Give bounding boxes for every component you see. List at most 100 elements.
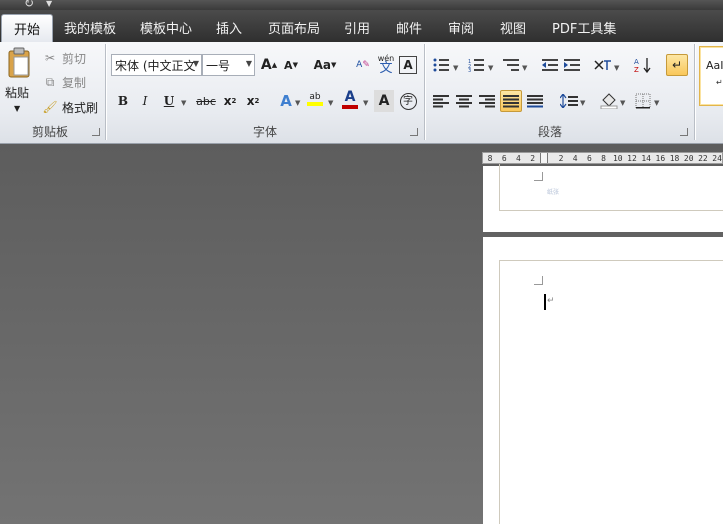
tab-template-center[interactable]: 模板中心	[140, 18, 192, 37]
document-page[interactable]: 纸张	[483, 164, 723, 232]
align-right-button[interactable]	[476, 90, 498, 112]
font-color-dropdown-icon[interactable]: ▼	[363, 99, 368, 107]
justify-icon	[503, 95, 519, 108]
tab-my-templates[interactable]: 我的模板	[64, 18, 116, 37]
numbering-icon: 123	[468, 59, 484, 72]
subscript-button[interactable]: x2	[219, 90, 241, 112]
font-dialog-launcher[interactable]	[410, 128, 418, 136]
ruler-tick-label: 18	[669, 154, 680, 163]
borders-button[interactable]	[632, 90, 654, 112]
increase-indent-icon	[564, 59, 580, 71]
bold-icon: B	[117, 94, 129, 108]
decrease-indent-icon	[542, 59, 558, 71]
tab-insert[interactable]: 插入	[216, 18, 242, 37]
bold-button[interactable]: B	[112, 90, 134, 112]
char-shading-button[interactable]: A	[374, 90, 394, 112]
page-margin-guide	[499, 164, 723, 211]
numbering-dropdown-icon[interactable]: ▼	[488, 64, 493, 72]
tab-view[interactable]: 视图	[500, 18, 526, 37]
font-size-combo[interactable]: 一号 ▼	[202, 54, 255, 76]
ribbon: 粘贴 ▼ ✂ 剪切 ⧉ 复制 🖌 格式刷 剪贴板 宋体 (中文正文 ▼ 一号 ▼…	[0, 42, 723, 144]
change-case-icon: Aa	[313, 58, 331, 72]
clear-format-button[interactable]: A✎	[352, 54, 374, 76]
style-gallery-item[interactable]: AaI ↵	[699, 46, 723, 106]
tab-review[interactable]: 审阅	[448, 18, 474, 37]
align-left-button[interactable]	[430, 90, 452, 112]
line-spacing-button[interactable]	[558, 90, 580, 112]
show-marks-button[interactable]: ↵	[666, 54, 688, 76]
tab-page-layout[interactable]: 页面布局	[268, 18, 320, 37]
svg-text:3: 3	[468, 68, 471, 72]
char-border-button[interactable]: A	[399, 56, 417, 74]
ruler-tick-label: 4	[572, 154, 578, 163]
superscript-button[interactable]: x2	[242, 90, 264, 112]
document-page[interactable]: ↵	[483, 237, 723, 524]
horizontal-ruler[interactable]: 8 6 4 2 2 4 6 8 10 12 14 16 18 20 22 24	[482, 152, 723, 164]
multilevel-dropdown-icon[interactable]: ▼	[522, 64, 527, 72]
grow-font-button[interactable]: A ▲	[258, 54, 280, 76]
bullets-button[interactable]	[430, 54, 452, 76]
copy-button[interactable]: ⧉ 复制	[42, 72, 86, 92]
text-effect-button[interactable]: A	[275, 90, 297, 112]
copy-icon: ⧉	[45, 75, 55, 89]
underline-dropdown-icon[interactable]: ▼	[181, 99, 186, 107]
shading-button[interactable]	[598, 90, 620, 112]
ruler-tick-label: 2	[558, 154, 564, 163]
char-border-icon: A	[403, 58, 413, 72]
numbering-button[interactable]: 123	[465, 54, 487, 76]
style-preview-text: AaI	[706, 59, 723, 72]
clipboard-dialog-launcher[interactable]	[92, 128, 100, 136]
chevron-down-icon: ▼	[192, 59, 199, 68]
redo-icon[interactable]: ↻	[24, 0, 34, 10]
align-left-icon	[433, 95, 449, 108]
svg-text:Z: Z	[634, 66, 639, 73]
multilevel-list-icon	[503, 59, 519, 71]
chinese-layout-dropdown-icon[interactable]: ▼	[614, 64, 619, 72]
paste-dropdown-icon[interactable]: ▼	[14, 98, 20, 118]
cut-label: 剪切	[62, 51, 87, 66]
italic-button[interactable]: I	[134, 90, 156, 112]
enclose-chars-button[interactable]: 字	[397, 90, 419, 112]
decrease-indent-button[interactable]	[539, 54, 561, 76]
superscript-icon: x	[246, 94, 255, 108]
text-caret	[544, 294, 546, 310]
phonetic-guide-button[interactable]: wén 文	[375, 53, 397, 75]
ruler-tick-label: 8	[487, 154, 493, 163]
font-color-icon: A	[344, 89, 356, 105]
sort-button[interactable]: AZ	[632, 54, 654, 76]
format-painter-button[interactable]: 🖌 格式刷	[42, 97, 98, 117]
chinese-layout-button[interactable]	[592, 54, 614, 76]
font-color-button[interactable]: A	[339, 88, 361, 110]
change-case-button[interactable]: Aa ▼	[311, 54, 339, 76]
subscript-icon: x	[223, 94, 232, 108]
tab-pdf-tools[interactable]: PDF工具集	[552, 18, 616, 37]
tab-home[interactable]: 开始	[1, 14, 54, 42]
line-spacing-dropdown-icon[interactable]: ▼	[580, 99, 585, 107]
qat-dropdown-icon[interactable]: ▼	[46, 0, 52, 8]
highlight-dropdown-icon[interactable]: ▼	[328, 99, 333, 107]
line-spacing-icon	[560, 94, 578, 108]
paragraph-dialog-launcher[interactable]	[680, 128, 688, 136]
borders-dropdown-icon[interactable]: ▼	[654, 99, 659, 107]
tab-mailings[interactable]: 邮件	[396, 18, 422, 37]
char-shading-icon: A	[378, 93, 390, 109]
paint-bucket-icon	[600, 93, 618, 109]
strikethrough-button[interactable]: abc	[194, 90, 218, 112]
cut-button[interactable]: ✂ 剪切	[42, 48, 86, 68]
indent-marker[interactable]	[540, 153, 548, 163]
bullets-dropdown-icon[interactable]: ▼	[453, 64, 458, 72]
shading-dropdown-icon[interactable]: ▼	[620, 99, 625, 107]
highlight-button[interactable]: ab	[304, 88, 326, 110]
underline-button[interactable]: U	[158, 90, 180, 112]
shrink-font-button[interactable]: A ▼	[280, 54, 302, 76]
justify-button[interactable]	[500, 90, 522, 112]
increase-indent-button[interactable]	[561, 54, 583, 76]
tab-references[interactable]: 引用	[344, 18, 370, 37]
multilevel-list-button[interactable]	[500, 54, 522, 76]
distributed-button[interactable]	[524, 90, 546, 112]
ruler-tick-label: 22	[698, 154, 708, 163]
text-effect-dropdown-icon[interactable]: ▼	[295, 99, 300, 107]
paste-button[interactable]	[4, 46, 34, 80]
font-name-combo[interactable]: 宋体 (中文正文 ▼	[111, 54, 202, 76]
align-center-button[interactable]	[453, 90, 475, 112]
